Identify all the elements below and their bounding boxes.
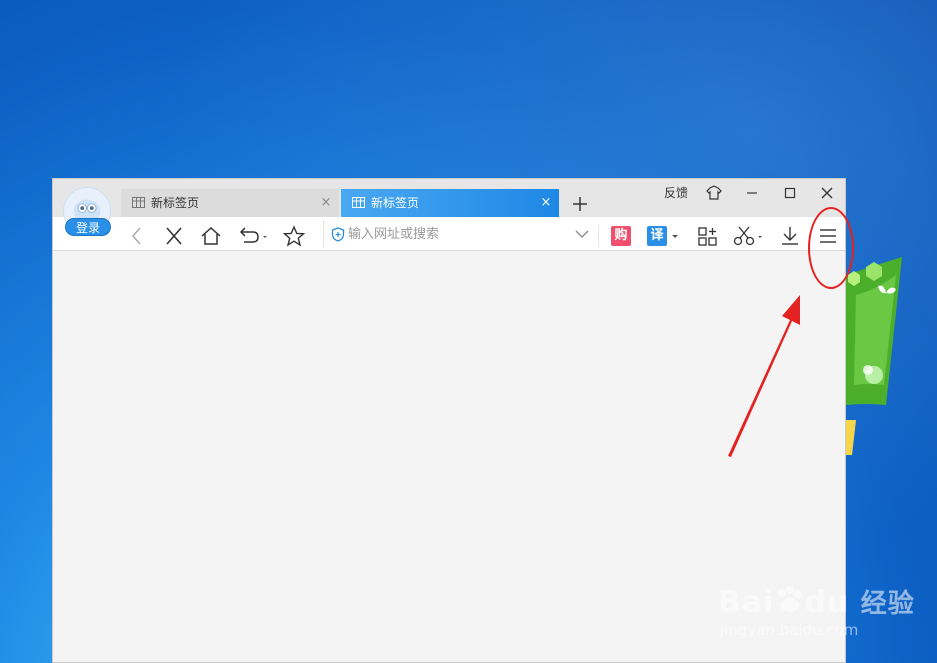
stop-icon[interactable] (162, 225, 186, 247)
login-button[interactable]: 登录 (65, 218, 111, 236)
toolbar-divider (598, 225, 599, 247)
download-icon[interactable] (778, 225, 802, 247)
annotation-arrow-icon (728, 295, 800, 457)
minimize-icon[interactable] (743, 183, 761, 203)
watermark-url: jingyan.baidu.com (720, 621, 859, 639)
home-icon[interactable] (199, 225, 223, 247)
tab-title: 新标签页 (151, 196, 200, 210)
close-icon[interactable] (818, 183, 836, 203)
star-icon[interactable] (282, 225, 306, 247)
undo-icon[interactable] (236, 225, 270, 247)
address-bar[interactable] (323, 221, 595, 247)
translate-button[interactable]: 译 (647, 226, 667, 246)
translate-dropdown-icon[interactable] (671, 234, 679, 240)
tab-new-tab-2-active[interactable]: 新标签页 × (341, 189, 559, 217)
chevron-left-icon[interactable] (125, 225, 149, 247)
maximize-icon[interactable] (781, 183, 799, 203)
scissors-icon[interactable] (732, 225, 766, 247)
chevron-down-icon[interactable] (574, 228, 590, 240)
tab-close-icon[interactable]: × (539, 189, 553, 217)
baidu-watermark: Bai du 经验 jingyan.baidu.com (718, 565, 918, 645)
tab-close-icon[interactable]: × (319, 189, 333, 217)
watermark-brand: Bai du 经验 (718, 585, 915, 620)
windows-7-logo-icon (846, 257, 902, 455)
address-input[interactable] (348, 223, 568, 245)
shopping-button[interactable]: 购 (611, 226, 631, 246)
tab-new-tab-1[interactable]: 新标签页 × (121, 189, 339, 217)
shirt-icon[interactable] (705, 183, 723, 203)
shield-icon (331, 227, 345, 242)
grid-icon (352, 197, 365, 208)
grid-icon (132, 197, 145, 208)
tab-bar: 新标签页 × 新标签页 × 反馈 (53, 179, 845, 217)
plus-icon[interactable] (569, 193, 591, 215)
apps-icon[interactable] (696, 225, 720, 247)
feedback-button[interactable]: 反馈 (664, 183, 688, 203)
paw-icon (778, 586, 803, 612)
tab-title: 新标签页 (371, 196, 420, 210)
annotation-ellipse (808, 207, 854, 289)
